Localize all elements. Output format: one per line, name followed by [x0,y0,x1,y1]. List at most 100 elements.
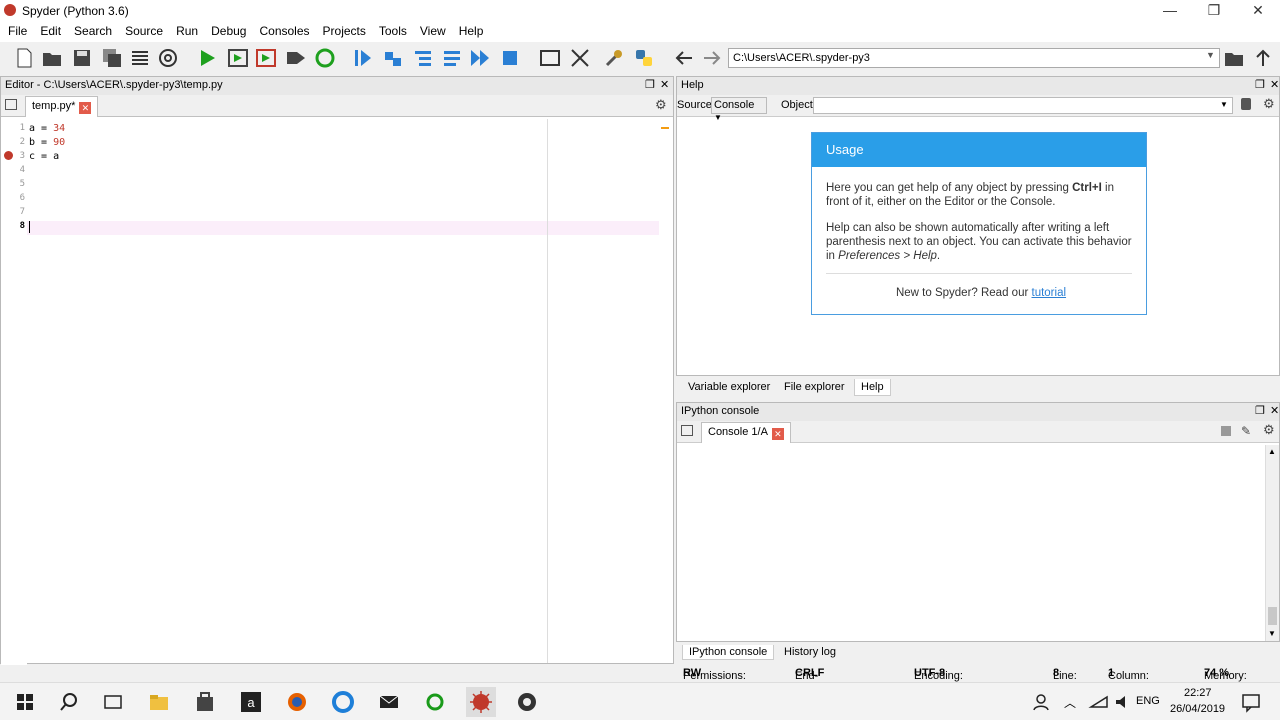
tab-temp-py[interactable]: temp.py* ✕ [25,96,99,117]
scroll-down-arrow-icon[interactable]: ▼ [1268,629,1276,638]
recording-app-icon[interactable] [516,691,538,713]
lock-icon[interactable] [1241,98,1251,110]
app-green-icon[interactable] [424,691,446,713]
menu-debug[interactable]: Debug [203,22,251,38]
python-path-icon[interactable] [632,46,656,70]
amazon-icon[interactable]: a [240,691,262,713]
run-cell-advance-icon[interactable] [254,46,278,70]
chevron-down-icon[interactable]: ▼ [1206,50,1215,60]
tab-console-1a[interactable]: Console 1/A ✕ [701,422,791,443]
file-explorer-icon[interactable] [148,691,170,713]
scroll-up-arrow-icon[interactable]: ▲ [1268,447,1276,456]
tab-history-log[interactable]: History log [778,645,842,659]
show-hidden-icons-chevron-icon[interactable]: ︿ [1064,694,1086,716]
chevron-down-icon[interactable]: ▼ [1220,100,1228,109]
open-file-icon[interactable] [40,46,64,70]
task-view-icon[interactable] [102,691,124,713]
menu-source[interactable]: Source [117,22,168,38]
browse-tabs-icon[interactable] [681,425,693,436]
run-icon[interactable] [195,46,219,70]
menu-bar: File Edit Search Source Run Debug Consoles Proj… [0,22,1280,42]
menu-run[interactable]: Run [168,22,203,38]
console-scrollbar[interactable]: ▲ ▼ [1265,445,1279,641]
store-icon[interactable] [194,691,216,713]
run-cell-icon[interactable] [226,46,250,70]
clock-date[interactable]: 26/04/2019 [1170,703,1225,715]
console-options-gear-icon[interactable]: ⚙ [1263,422,1275,438]
spyder-logo-icon [4,4,16,16]
new-file-icon[interactable] [12,46,36,70]
stop-debug-icon[interactable] [498,46,522,70]
source-select[interactable]: Console ▼ [711,97,767,122]
tab-help[interactable]: Help [854,379,891,396]
close-pane-icon[interactable]: ✕ [1270,78,1279,91]
network-icon[interactable] [1088,691,1110,713]
outline-icon[interactable] [128,46,152,70]
menu-help[interactable]: Help [451,22,489,38]
permissions-status: Permissions: RW [683,667,746,682]
menu-search[interactable]: Search [66,22,117,38]
interrupt-kernel-icon[interactable] [1221,426,1231,436]
edge-icon[interactable] [332,691,354,713]
tab-ipython-console[interactable]: IPython console [682,645,775,660]
scroll-thumb[interactable] [1268,607,1277,625]
close-tab-icon[interactable]: ✕ [771,428,784,440]
close-pane-icon[interactable]: ✕ [660,78,669,91]
close-tab-icon[interactable]: ✕ [79,102,92,114]
minimize-button[interactable]: — [1148,0,1192,22]
clear-console-eraser-icon[interactable]: ✎ [1241,424,1251,438]
tab-variable-explorer[interactable]: Variable explorer [682,379,776,395]
preferences-wrench-icon[interactable] [602,46,626,70]
close-pane-icon[interactable]: ✕ [1270,404,1279,417]
save-icon[interactable] [70,46,94,70]
maximize-pane-icon[interactable] [538,46,562,70]
close-button[interactable]: ✕ [1236,0,1280,22]
menu-consoles[interactable]: Consoles [251,22,314,38]
undock-icon[interactable]: ❐ [1255,78,1265,91]
rerun-icon[interactable] [313,46,337,70]
menu-file[interactable]: File [0,22,32,38]
search-icon[interactable] [58,691,80,713]
undock-icon[interactable]: ❐ [1255,404,1265,417]
working-directory-input[interactable]: C:\Users\ACER\.spyder-py3 [728,48,1220,68]
menu-edit[interactable]: Edit [32,22,66,38]
help-pane: Help ❐ ✕ Source Console ▼ Object ▼ ⚙ Usa… [676,76,1280,376]
menu-projects[interactable]: Projects [315,22,371,38]
windows-start-icon[interactable] [14,691,36,713]
step-return-icon[interactable] [440,46,464,70]
undock-icon[interactable]: ❐ [645,78,655,91]
forward-arrow-icon[interactable] [700,46,724,70]
object-input[interactable] [813,97,1233,114]
step-into-icon[interactable] [411,46,435,70]
mail-icon[interactable] [378,691,400,713]
editor-options-gear-icon[interactable]: ⚙ [655,97,667,113]
step-icon[interactable] [381,46,405,70]
help-options-gear-icon[interactable]: ⚙ [1263,96,1275,112]
language-indicator[interactable]: ENG [1136,695,1160,707]
code-area[interactable]: 1 a = 34 2 b = 90 3 c = a 4 5 6 7 8 [1,123,661,663]
parent-dir-arrow-icon[interactable] [1251,46,1275,70]
console-pane-title: IPython console [677,403,1279,421]
run-selection-icon[interactable] [284,46,308,70]
restore-button[interactable]: ❐ [1192,0,1236,22]
back-arrow-icon[interactable] [672,46,696,70]
console-output-area[interactable] [677,445,1265,641]
save-all-icon[interactable] [100,46,124,70]
menu-view[interactable]: View [412,22,451,38]
spyder-taskbar-icon[interactable] [466,687,496,717]
debug-icon[interactable] [351,46,375,70]
browse-tabs-icon[interactable] [5,99,17,110]
people-icon[interactable] [1030,691,1052,713]
clock-time[interactable]: 22:27 [1184,687,1212,699]
browse-folder-icon[interactable] [1222,46,1246,70]
continue-icon[interactable] [468,46,492,70]
menu-tools[interactable]: Tools [371,22,412,38]
ipython-console-pane: IPython console ❐ ✕ Console 1/A ✕ ✎ ⚙ ▲ ▼ [676,402,1280,642]
tutorial-link[interactable]: tutorial [1032,287,1067,299]
volume-icon[interactable] [1112,691,1134,713]
at-icon[interactable] [156,46,180,70]
notifications-icon[interactable] [1240,691,1262,713]
firefox-icon[interactable] [286,691,308,713]
fullscreen-icon[interactable] [568,46,592,70]
tab-file-explorer[interactable]: File explorer [778,379,851,395]
